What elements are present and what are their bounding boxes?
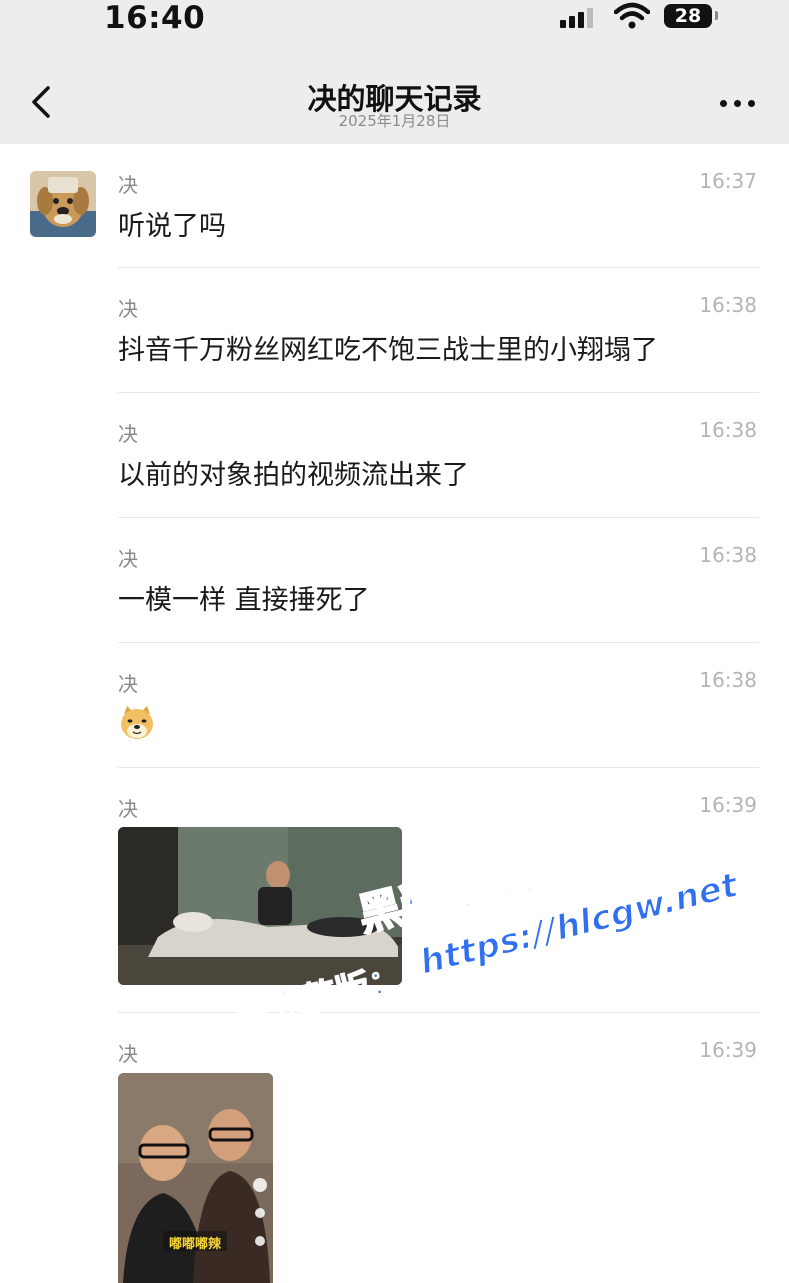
message-time: 16:38 bbox=[699, 543, 757, 567]
status-time: 16:40 bbox=[104, 0, 206, 36]
divider bbox=[118, 517, 759, 518]
dog-avatar-image bbox=[30, 171, 96, 237]
wifi-icon bbox=[614, 2, 650, 29]
message-text: 以前的对象拍的视频流出来了 bbox=[118, 460, 469, 491]
avatar[interactable] bbox=[30, 171, 96, 237]
sender-name: 决 bbox=[118, 547, 138, 571]
sender-name: 决 bbox=[118, 297, 138, 321]
message-time: 16:37 bbox=[699, 169, 757, 193]
divider bbox=[118, 267, 759, 268]
message-text: 听说了吗 bbox=[118, 211, 226, 242]
sender-name: 决 bbox=[118, 797, 138, 821]
message-time: 16:38 bbox=[699, 293, 757, 317]
message-text: 抖音千万粉丝网红吃不饱三战士里的小翔塌了 bbox=[118, 335, 658, 366]
watermark-url: https://hlcgw.net bbox=[415, 864, 742, 983]
battery-nub bbox=[715, 11, 718, 20]
sender-name: 决 bbox=[118, 1042, 138, 1066]
video-thumbnail[interactable] bbox=[118, 827, 402, 985]
divider bbox=[118, 392, 759, 393]
message-time: 16:38 bbox=[699, 418, 757, 442]
page-subtitle: 2025年1月28日 bbox=[338, 112, 451, 130]
message-time: 16:39 bbox=[699, 1038, 757, 1062]
divider bbox=[118, 767, 759, 768]
video-frame-image bbox=[118, 827, 402, 985]
cellular-signal-icon bbox=[560, 6, 600, 28]
battery-icon: 28 bbox=[664, 4, 712, 28]
sender-name: 决 bbox=[118, 672, 138, 696]
message-text: 一模一样 直接捶死了 bbox=[118, 585, 370, 616]
nav-bar: 决的聊天记录 2025年1月28日 bbox=[0, 44, 789, 144]
more-options-icon[interactable] bbox=[716, 98, 760, 118]
video-caption: 嘟嘟嘟辣 bbox=[168, 1237, 221, 1252]
message-time: 16:39 bbox=[699, 793, 757, 817]
sender-name: 决 bbox=[118, 173, 138, 197]
sender-name: 决 bbox=[118, 422, 138, 446]
message-time: 16:38 bbox=[699, 668, 757, 692]
doge-emoji-icon bbox=[121, 706, 153, 739]
divider bbox=[118, 642, 759, 643]
video-thumbnail[interactable]: 嘟嘟嘟辣 bbox=[118, 1073, 273, 1283]
divider bbox=[118, 1012, 759, 1013]
status-bar: 16:40 28 bbox=[0, 0, 789, 44]
